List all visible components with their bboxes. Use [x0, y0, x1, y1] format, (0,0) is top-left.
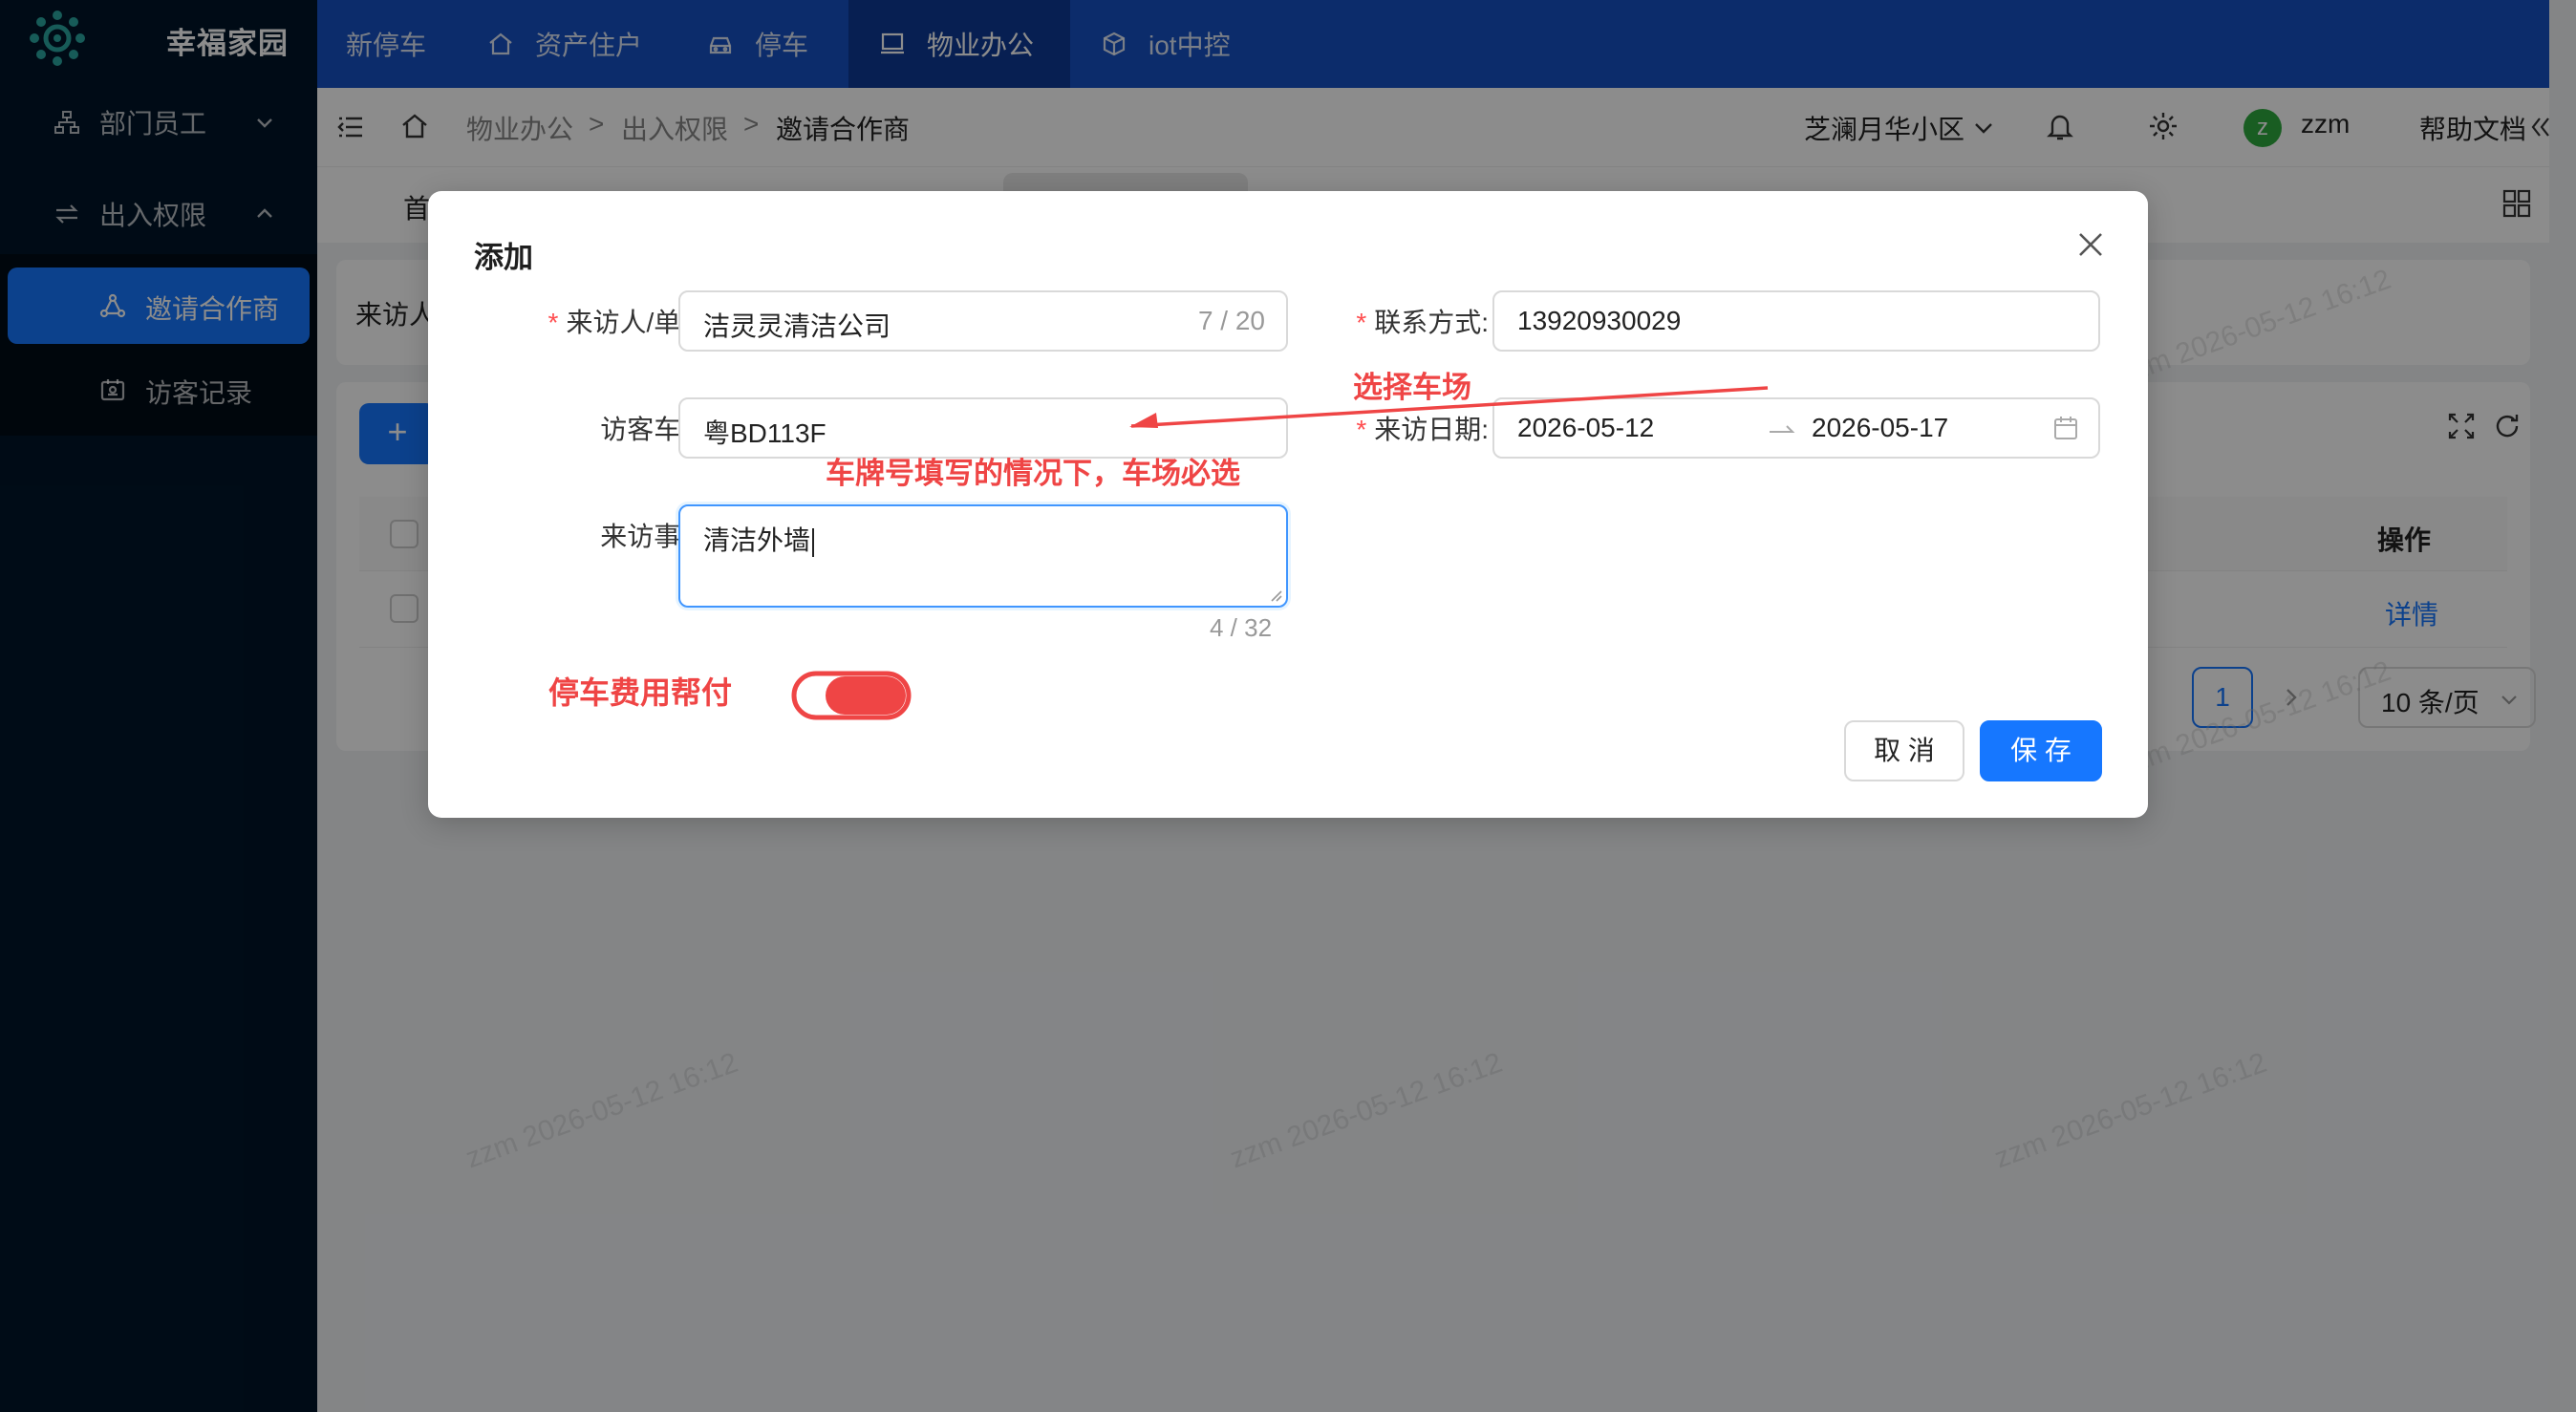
resize-handle-icon[interactable]: [1269, 588, 1282, 602]
annotation-plate-note: 车牌号填写的情况下，车场必选: [826, 457, 1240, 490]
calendar-icon: [2054, 417, 2077, 439]
date-end[interactable]: 2026-05-17: [1812, 413, 1948, 443]
text-cursor: [812, 527, 815, 557]
visitor-input[interactable]: 洁灵灵清洁公司 7 / 20: [678, 290, 1288, 352]
visitor-char-count: 7 / 20: [1197, 306, 1265, 335]
modal-title: 添加: [474, 241, 533, 274]
cancel-button[interactable]: 取 消: [1844, 720, 1964, 781]
save-button[interactable]: 保 存: [1980, 720, 2102, 781]
reason-value: 清洁外墙: [703, 520, 815, 558]
visitor-value: 洁灵灵清洁公司: [703, 311, 891, 341]
contact-input[interactable]: 13920930029: [1492, 290, 2100, 352]
parking-fee-toggle[interactable]: [789, 669, 913, 722]
close-icon[interactable]: [2072, 225, 2110, 264]
plate-value: 粤BD113F: [703, 418, 826, 448]
required-mark: *: [547, 308, 559, 337]
contact-label: * 联系方式:: [1356, 308, 1489, 337]
required-mark: *: [1356, 308, 1367, 337]
annotation-choose-lot: 选择车场: [1353, 371, 1471, 404]
reason-textarea[interactable]: 清洁外墙: [678, 504, 1288, 608]
parking-fee-label: 停车费用帮付: [548, 675, 733, 710]
contact-value: 13920930029: [1517, 306, 1682, 335]
add-visitor-modal: 添加 * 来访人/单位: 洁灵灵清洁公司 7 / 20 * 联系方式: 139209…: [428, 191, 2148, 818]
reason-char-count: 4 / 32: [1210, 613, 1273, 642]
